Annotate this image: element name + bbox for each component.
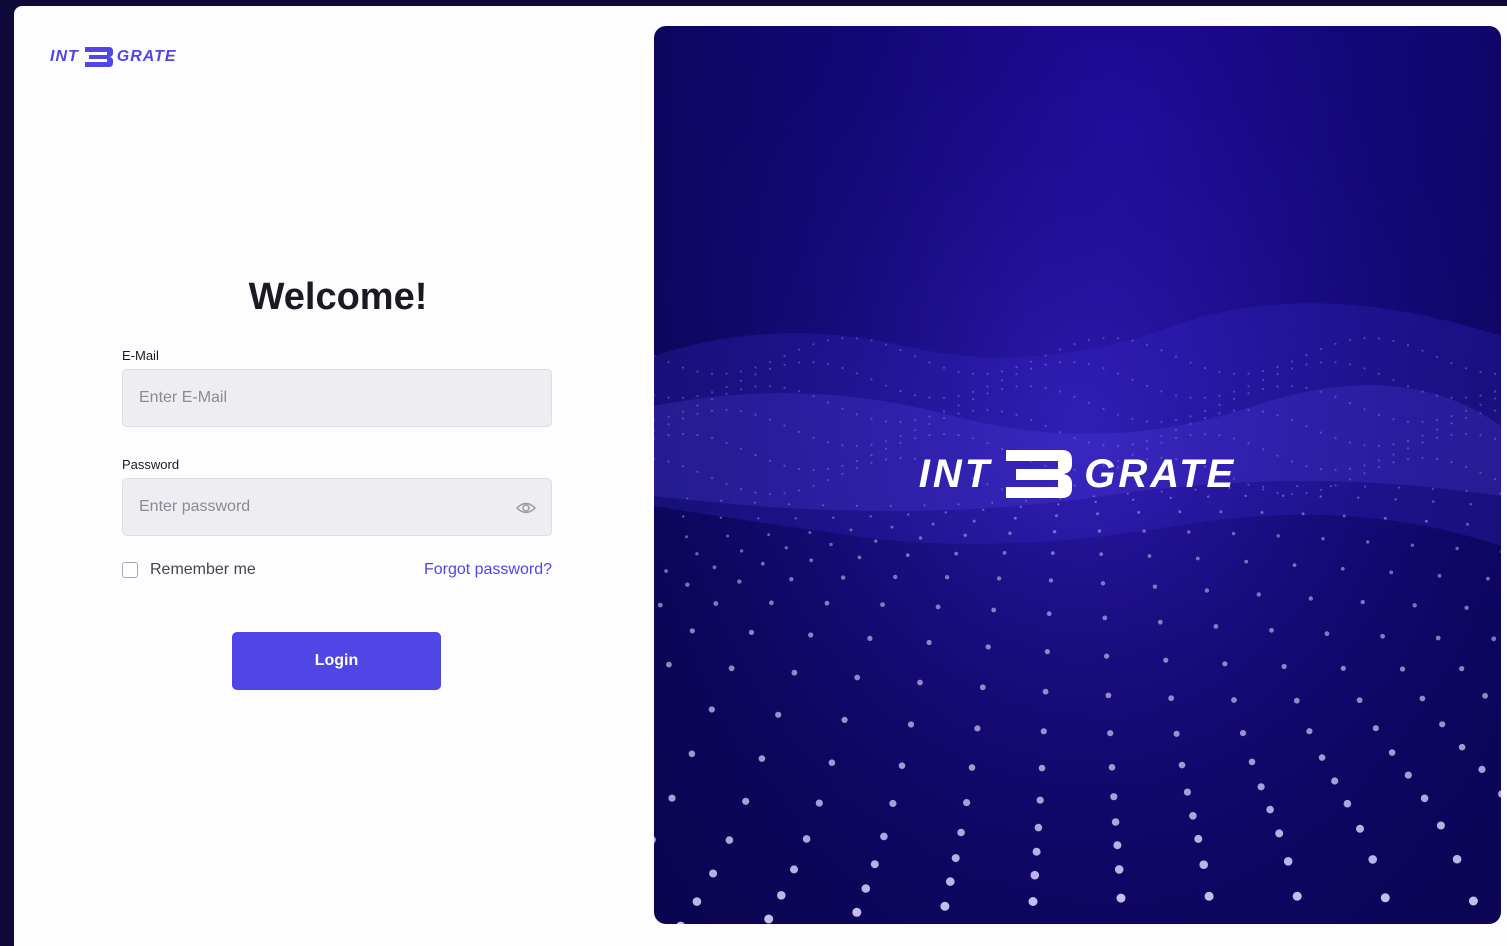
password-field-wrapper	[122, 478, 552, 536]
brand-logo-right: GRATE	[116, 48, 177, 65]
remember-me-label: Remember me	[150, 561, 256, 578]
forgot-password-link[interactable]: Forgot password?	[396, 561, 552, 579]
brand-logo-left: INT	[50, 48, 79, 65]
hero-logo-left: INT	[918, 451, 993, 496]
eye-icon[interactable]	[515, 498, 537, 518]
hero-logo-right: GRATE	[1084, 451, 1237, 496]
login-page: INT GRATE Welcome! E-Mail Password Remem…	[14, 6, 1507, 946]
brand-logo: INT GRATE	[50, 42, 177, 72]
email-label: E-Mail	[122, 348, 159, 363]
email-field-wrapper	[122, 369, 552, 427]
remember-me[interactable]: Remember me	[122, 561, 256, 579]
login-button[interactable]: Login	[232, 632, 441, 690]
hero-logo: INT GRATE	[654, 444, 1501, 504]
password-field[interactable]	[123, 479, 551, 535]
email-field[interactable]	[123, 370, 551, 426]
hero-image: INT GRATE	[654, 26, 1501, 924]
page-title: Welcome!	[248, 276, 428, 318]
remember-me-checkbox[interactable]	[122, 562, 138, 578]
stylized-3-icon	[84, 47, 113, 67]
password-label: Password	[122, 457, 180, 472]
stylized-3-icon	[1006, 450, 1073, 498]
